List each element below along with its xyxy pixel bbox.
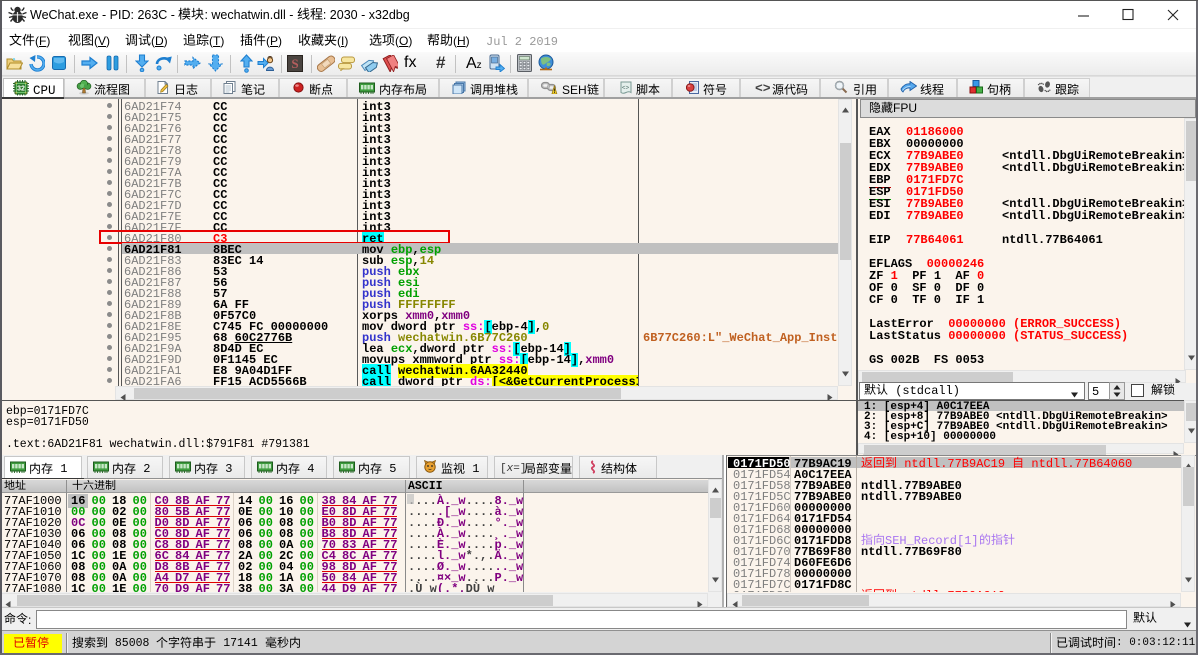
svg-text:!: ! bbox=[554, 88, 556, 94]
svg-text:32: 32 bbox=[17, 86, 25, 93]
svg-text:<>: <> bbox=[622, 85, 630, 92]
svg-text:S: S bbox=[291, 56, 298, 71]
